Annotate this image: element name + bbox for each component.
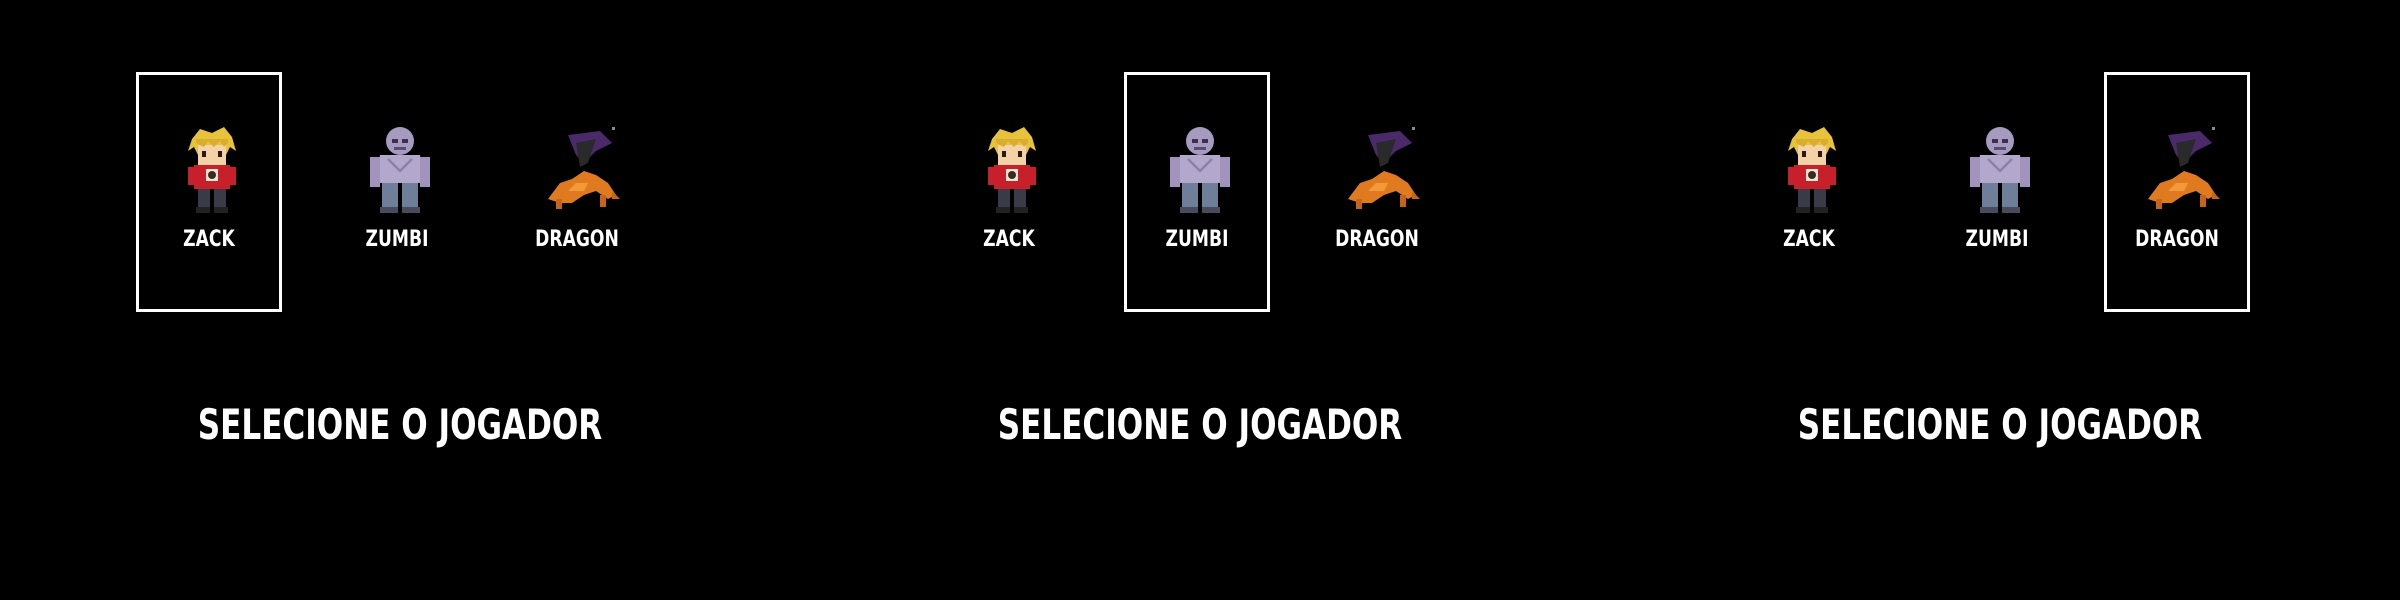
character-option-zack[interactable]: ZACK (936, 72, 1082, 312)
character-name-label: DRAGON (535, 227, 619, 252)
dragon-sprite-icon (2140, 123, 2220, 215)
character-option-dragon[interactable]: DRAGON (1304, 72, 1450, 312)
zombie-sprite-icon (360, 123, 440, 215)
zombie-sprite-icon (1160, 123, 1240, 215)
character-option-zack[interactable]: ZACK (136, 72, 282, 312)
select-player-prompt: SELECIONE O JOGADOR (997, 400, 1403, 449)
character-name-label: ZUMBI (1965, 227, 2029, 252)
character-name-label: ZACK (183, 227, 235, 252)
zack-sprite-icon (972, 123, 1052, 215)
character-option-zumbi[interactable]: ZUMBI (1924, 72, 2070, 312)
character-name-label: DRAGON (2135, 227, 2219, 252)
character-name-label: DRAGON (1335, 227, 1419, 252)
select-player-prompt: SELECIONE O JOGADOR (1797, 400, 2203, 449)
character-name-label: ZUMBI (1165, 227, 1229, 252)
character-option-dragon[interactable]: DRAGON (2104, 72, 2250, 312)
character-option-dragon[interactable]: DRAGON (504, 72, 650, 312)
character-option-zumbi[interactable]: ZUMBI (1124, 72, 1270, 312)
character-name-label: ZUMBI (365, 227, 429, 252)
character-name-label: ZACK (1783, 227, 1835, 252)
character-select-screen: ZACK ZUMBI DRAGON SELECIONE O JOGADOR (0, 0, 800, 600)
character-option-zumbi[interactable]: ZUMBI (324, 72, 470, 312)
character-name-label: ZACK (983, 227, 1035, 252)
zack-sprite-icon (1772, 123, 1852, 215)
dragon-sprite-icon (1340, 123, 1420, 215)
character-option-zack[interactable]: ZACK (1736, 72, 1882, 312)
character-select-screen: ZACK ZUMBI DRAGON SELECIONE O JOGADOR (1600, 0, 2400, 600)
character-select-screen: ZACK ZUMBI DRAGON SELECIONE O JOGADOR (800, 0, 1600, 600)
zombie-sprite-icon (1960, 123, 2040, 215)
select-player-prompt: SELECIONE O JOGADOR (197, 400, 603, 449)
dragon-sprite-icon (540, 123, 620, 215)
zack-sprite-icon (172, 123, 252, 215)
